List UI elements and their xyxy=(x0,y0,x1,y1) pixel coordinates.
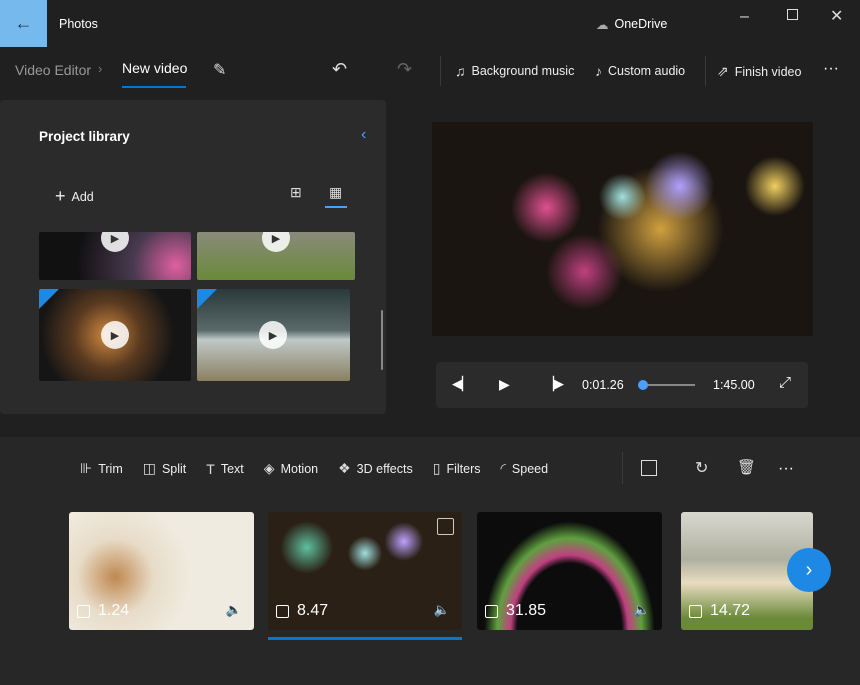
speed-icon: ◜ xyxy=(500,460,506,476)
motion-icon: ◈ xyxy=(263,460,275,476)
breadcrumb-chevron-icon: › xyxy=(98,61,103,76)
play-icon: ▶ xyxy=(259,321,287,349)
volume-icon[interactable]: 🔈 xyxy=(634,602,650,618)
finish-video-button[interactable]: ⇗ Finish video xyxy=(717,63,801,80)
filters-button[interactable]: ▯ Filters xyxy=(433,460,481,477)
seek-thumb[interactable] xyxy=(637,380,648,390)
background-music-button[interactable]: ♫ Background music xyxy=(455,63,574,79)
player-controls: ◀▏ ▶ ▕▶ 0:01.26 1:45.00 ⤢ xyxy=(436,362,808,408)
volume-icon[interactable]: 🔈 xyxy=(226,602,242,618)
next-frame-icon[interactable]: ▕▶ xyxy=(544,376,564,392)
selected-clip-indicator xyxy=(268,637,462,640)
library-item-waves[interactable]: ▶ xyxy=(197,289,350,381)
play-icon: ▶ xyxy=(101,232,129,252)
library-item-croissant[interactable]: ▶ xyxy=(39,289,191,381)
filters-icon: ▯ xyxy=(432,460,441,476)
large-grid-icon[interactable]: ⊞ xyxy=(290,184,302,201)
back-button[interactable]: ← xyxy=(0,0,47,47)
delete-icon[interactable]: 🗑 xyxy=(737,458,756,476)
motion-button[interactable]: ◈ Motion xyxy=(264,460,318,477)
current-time: 0:01.26 xyxy=(582,378,624,392)
clip-duration: 31.85 xyxy=(506,602,547,619)
scroll-right-button[interactable]: › xyxy=(787,548,831,592)
title-underline xyxy=(122,86,186,88)
redo-icon[interactable]: ↷ xyxy=(397,59,412,80)
timeline-clip-selected[interactable]: 8.47 🔈 xyxy=(268,512,462,630)
clip-frame-icon xyxy=(276,604,289,618)
project-library-panel: Project library ‹ + Add ⊞ ▦ ▶ ▶ ▶ ▶ xyxy=(0,100,386,414)
volume-icon[interactable]: 🔈 xyxy=(434,602,450,618)
text-button[interactable]: T Text xyxy=(206,460,244,477)
add-button[interactable]: + Add xyxy=(55,186,94,207)
close-button[interactable]: ✕ xyxy=(830,6,843,26)
share-icon: ⇗ xyxy=(717,63,729,79)
more-tools-button[interactable]: ··· xyxy=(778,460,794,478)
person-audio-icon: ♪ xyxy=(595,63,602,79)
divider xyxy=(440,56,441,86)
clip-frame-icon xyxy=(485,604,498,618)
app-title: Photos xyxy=(59,17,98,31)
clip-duration: 8.47 xyxy=(297,602,329,619)
library-scrollbar[interactable] xyxy=(381,310,383,370)
fullscreen-icon[interactable]: ⤢ xyxy=(779,374,791,391)
divider xyxy=(622,452,623,484)
more-options-button[interactable]: ··· xyxy=(823,60,839,78)
view-selected-indicator xyxy=(325,206,347,208)
previous-frame-icon[interactable]: ◀▏ xyxy=(452,376,472,392)
rotate-icon[interactable]: ↻ xyxy=(695,458,708,478)
in-project-marker xyxy=(39,289,59,309)
small-grid-icon[interactable]: ▦ xyxy=(329,184,342,201)
library-item-ferris-wheel[interactable]: ▶ xyxy=(39,232,191,280)
split-icon: ◫ xyxy=(142,460,156,476)
onedrive-status[interactable]: ☁ OneDrive xyxy=(596,17,667,32)
library-title: Project library xyxy=(39,129,130,144)
custom-audio-button[interactable]: ♪ Custom audio xyxy=(595,63,685,79)
project-title[interactable]: New video xyxy=(122,60,187,76)
clip-frame-icon xyxy=(689,604,702,618)
breadcrumb-video-editor[interactable]: Video Editor xyxy=(15,62,91,78)
total-time: 1:45.00 xyxy=(713,378,755,392)
play-icon: ▶ xyxy=(101,321,129,349)
in-project-marker xyxy=(197,289,217,309)
trim-icon: ⊪ xyxy=(80,460,93,476)
play-button[interactable]: ▶ xyxy=(499,376,510,393)
timeline-clip[interactable]: 1.24 🔈 xyxy=(69,512,254,630)
cloud-off-icon: ☁ xyxy=(596,18,609,32)
maximize-button[interactable] xyxy=(787,9,798,20)
collapse-chevron-icon[interactable]: ‹ xyxy=(361,126,366,144)
video-preview[interactable] xyxy=(432,122,813,336)
3d-effects-button[interactable]: ❖ 3D effects xyxy=(338,460,413,477)
music-note-icon: ♫ xyxy=(455,63,466,79)
edit-toolbar: ⊪ Trim ◫ Split T Text ◈ Motion ❖ 3D effects ▯… xyxy=(80,460,548,477)
clip-frame-icon xyxy=(77,604,90,618)
clip-duration: 14.72 xyxy=(710,602,751,619)
plus-icon: + xyxy=(55,186,66,206)
rename-pencil-icon[interactable]: ✎ xyxy=(213,60,226,80)
seek-bar[interactable] xyxy=(640,384,695,386)
minimize-button[interactable]: – xyxy=(740,8,749,26)
text-icon: T xyxy=(206,460,215,477)
library-item-dog[interactable]: ▶ xyxy=(197,232,355,280)
clip-duration: 1.24 xyxy=(98,602,130,619)
crop-icon[interactable] xyxy=(641,460,657,476)
speed-button[interactable]: ◜ Speed xyxy=(500,460,548,477)
split-button[interactable]: ◫ Split xyxy=(143,460,187,477)
trim-button[interactable]: ⊪ Trim xyxy=(80,460,123,477)
select-checkbox[interactable] xyxy=(437,518,454,535)
undo-icon[interactable]: ↶ xyxy=(332,59,347,80)
timeline-clip[interactable]: 31.85 🔈 xyxy=(477,512,662,630)
play-icon: ▶ xyxy=(262,232,290,252)
3d-effects-icon: ❖ xyxy=(338,460,351,476)
divider xyxy=(705,56,706,86)
